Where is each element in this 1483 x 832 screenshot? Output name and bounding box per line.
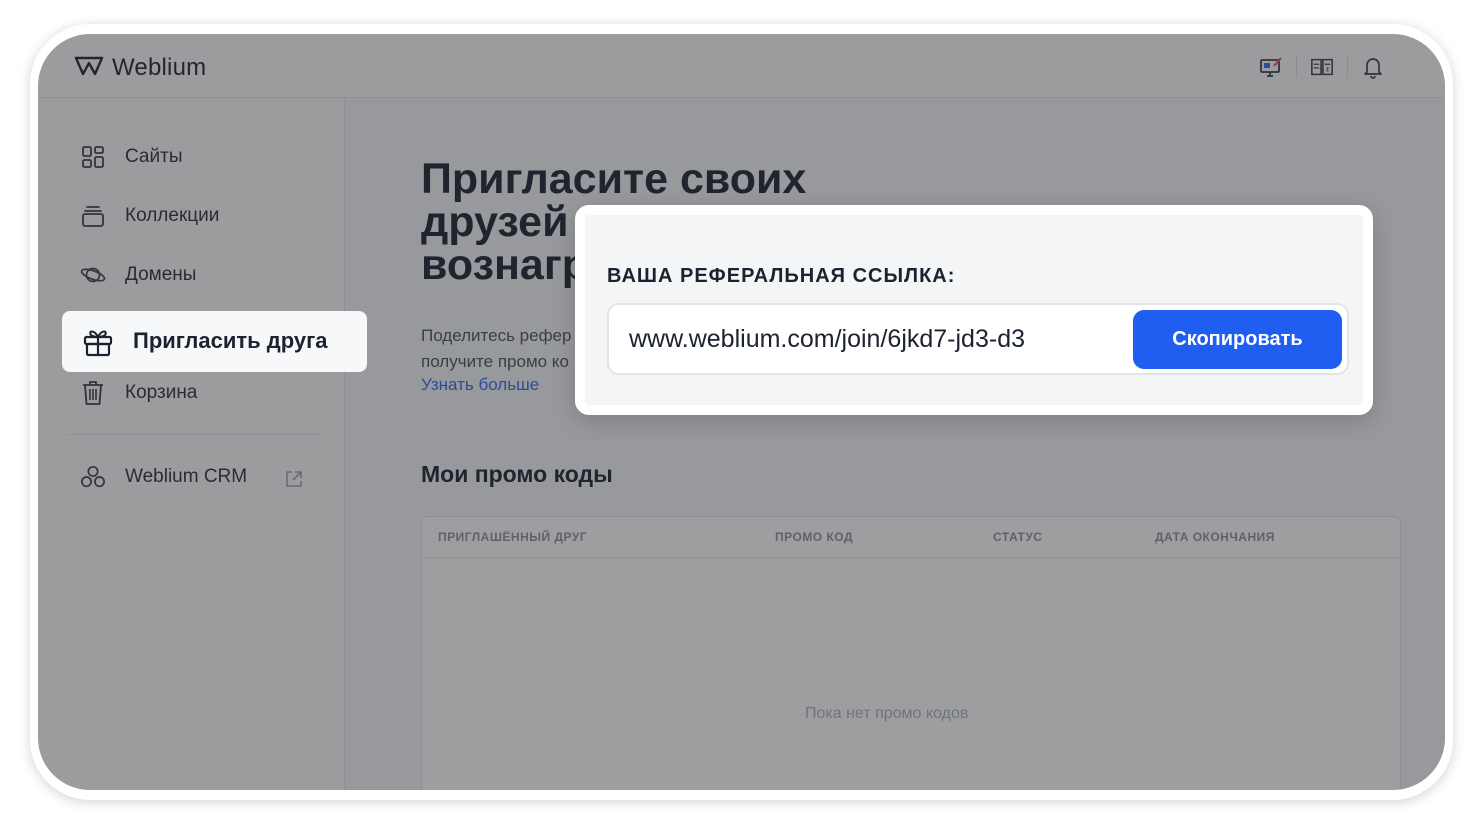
sidebar-item-label: Пригласить друга bbox=[133, 328, 328, 353]
gift-icon bbox=[82, 326, 114, 358]
referral-link-label: ВАША РЕФЕРАЛЬНАЯ ССЫЛКА: bbox=[607, 265, 956, 287]
sidebar-item-invite[interactable]: Пригласить друга bbox=[62, 311, 367, 372]
app-screen: Weblium Сайты Коллекции Домены Корзина W… bbox=[38, 34, 1445, 790]
referral-link-text[interactable]: www.weblium.com/join/6jkd7-jd3-d3 bbox=[629, 325, 1025, 354]
referral-modal: ВАША РЕФЕРАЛЬНАЯ ССЫЛКА: www.weblium.com… bbox=[575, 205, 1373, 415]
referral-link-field[interactable]: www.weblium.com/join/6jkd7-jd3-d3 Скопир… bbox=[607, 303, 1349, 375]
copy-button[interactable]: Скопировать bbox=[1133, 310, 1342, 369]
